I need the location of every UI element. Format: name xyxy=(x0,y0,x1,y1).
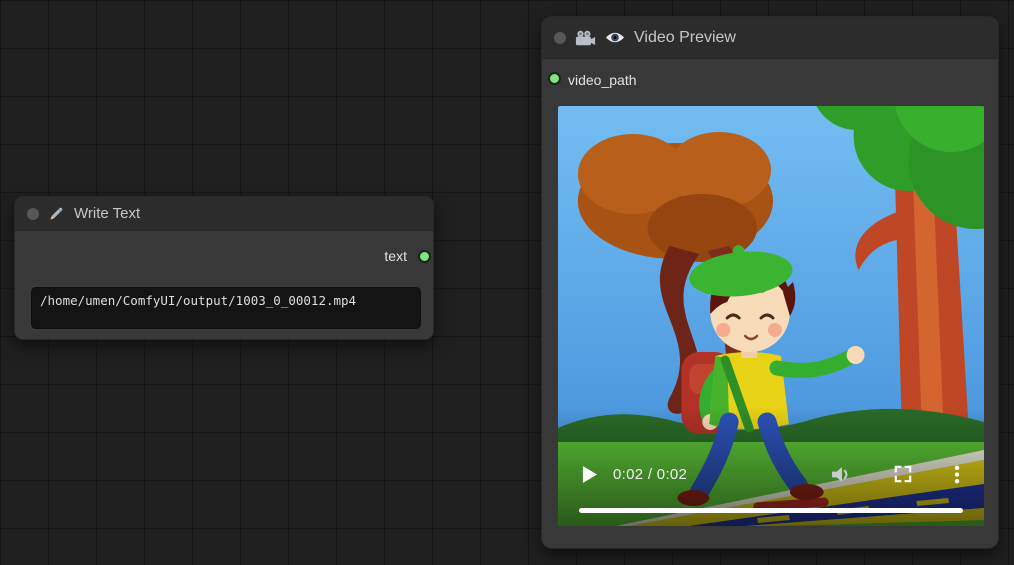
collapse-dot[interactable] xyxy=(27,208,39,220)
text-widget-input[interactable]: /home/umen/ComfyUI/output/1003_0_00012.m… xyxy=(31,287,421,329)
video-preview-titlebar[interactable]: Video Preview xyxy=(542,17,998,59)
node-title: Write Text xyxy=(74,205,140,222)
write-text-node[interactable]: Write Text text /home/umen/ComfyUI/outpu… xyxy=(14,196,434,340)
output-port-text[interactable] xyxy=(418,250,431,263)
link-layer xyxy=(0,0,300,150)
input-port-label: video_path xyxy=(568,72,637,88)
fullscreen-icon[interactable] xyxy=(894,465,912,483)
video-preview-node[interactable]: Video Preview video_path xyxy=(541,16,999,549)
node-graph-canvas[interactable]: Write Text text /home/umen/ComfyUI/outpu… xyxy=(0,0,1014,565)
camcorder-icon xyxy=(575,30,596,46)
overflow-menu-icon[interactable] xyxy=(954,465,960,484)
pencil-icon xyxy=(48,205,65,222)
collapse-dot[interactable] xyxy=(554,32,566,44)
node-title: Video Preview xyxy=(634,29,736,47)
progress-bar[interactable] xyxy=(579,508,963,513)
volume-icon[interactable] xyxy=(831,466,852,483)
input-port-video-path[interactable] xyxy=(548,72,561,85)
write-text-titlebar[interactable]: Write Text xyxy=(15,197,433,231)
time-display: 0:02 / 0:02 xyxy=(613,466,687,483)
output-port-label: text xyxy=(384,248,407,264)
play-icon[interactable] xyxy=(582,466,597,483)
video-controls: 0:02 / 0:02 xyxy=(558,459,984,489)
video-player[interactable]: 0:02 / 0:02 xyxy=(558,106,984,526)
eye-icon xyxy=(605,31,625,44)
